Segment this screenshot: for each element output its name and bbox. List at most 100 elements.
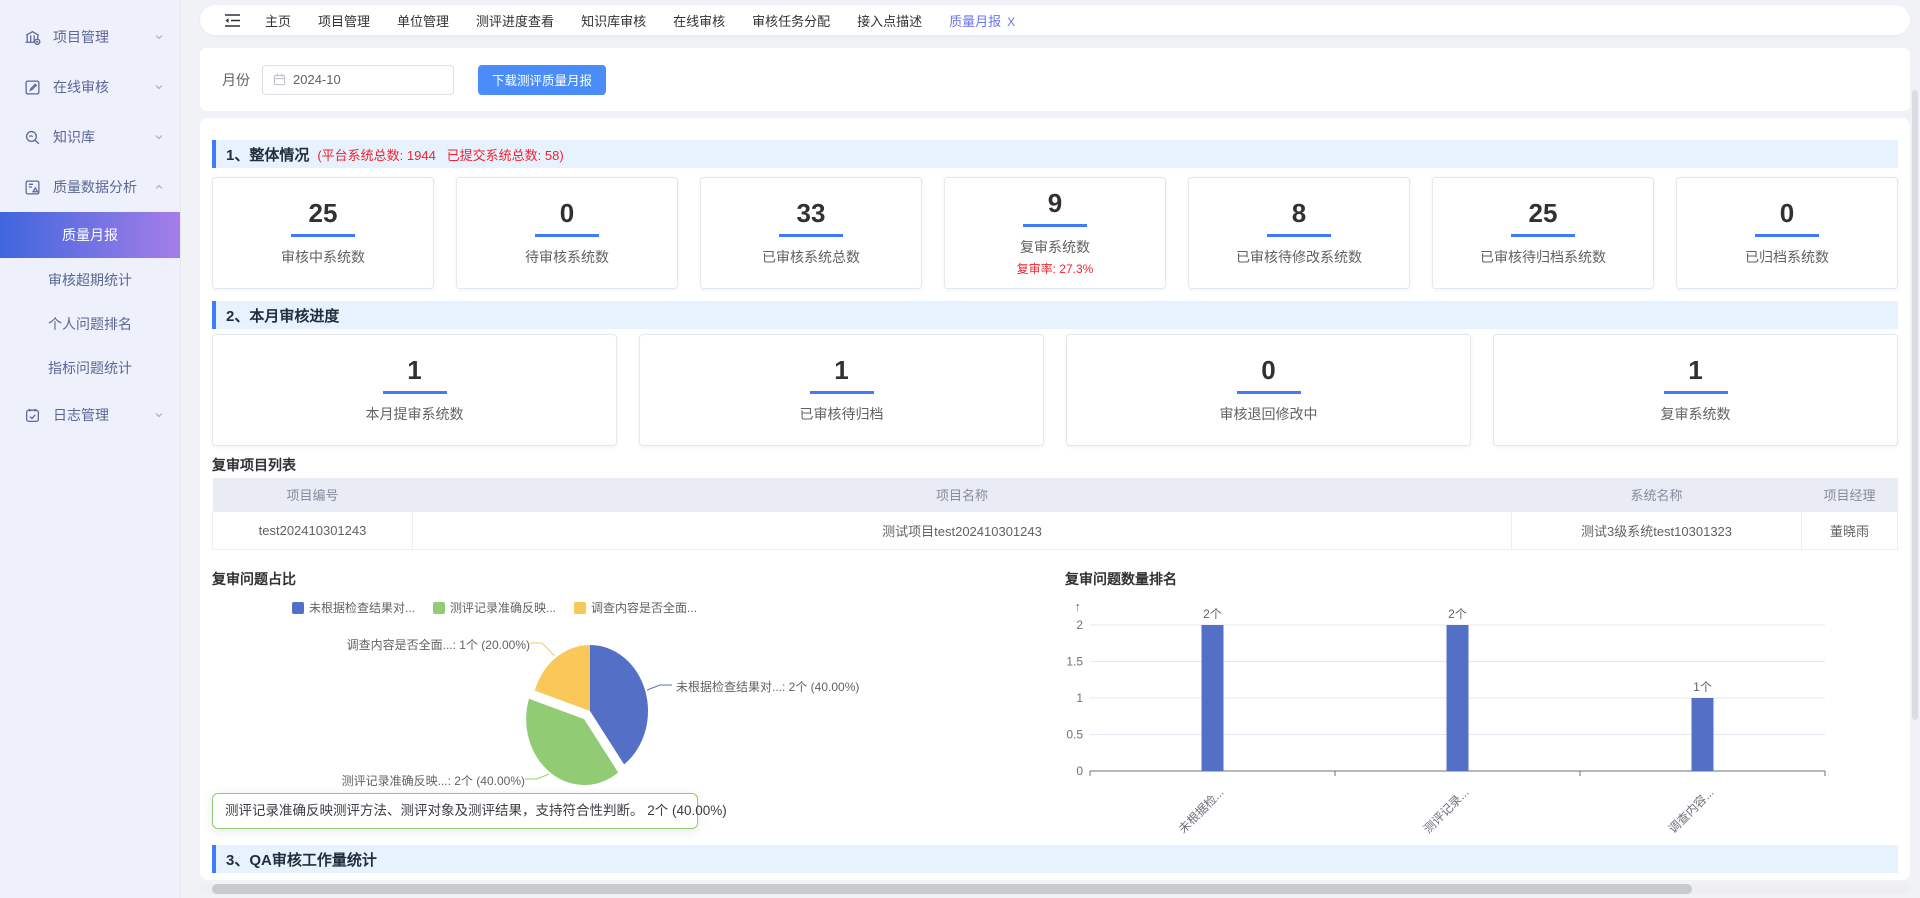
svg-text:0.5: 0.5 xyxy=(1066,728,1083,742)
sidebar-item-quality-data-analysis[interactable]: 质量数据分析 xyxy=(0,162,180,212)
month-cards: 1 本月提审系统数 1 已审核待归档 0 审核退回修改中 1 复审系统数 xyxy=(212,334,1898,446)
chart-doc-icon xyxy=(24,179,41,196)
tab-quality-monthly-report[interactable]: 质量月报 X xyxy=(949,11,1015,30)
section-overall: 1、整体情况 (平台系统总数: 1944 已提交系统总数: 58) xyxy=(212,140,1898,168)
sidebar-subitem-personal-issue-ranking[interactable]: 个人问题排名 xyxy=(0,302,180,346)
stat-card: 25 已审核待归档系统数 xyxy=(1432,177,1654,289)
horizontal-scrollbar-thumb[interactable] xyxy=(212,884,1692,894)
cell-project-manager: 董晓雨 xyxy=(1802,511,1898,549)
search-icon xyxy=(24,129,41,146)
stat-value: 33 xyxy=(797,199,826,228)
edit-icon xyxy=(24,79,41,96)
sidebar-item-knowledge-base[interactable]: 知识库 xyxy=(0,112,180,162)
svg-text:↑: ↑ xyxy=(1075,599,1082,614)
tab-knowledge-review[interactable]: 知识库审核 xyxy=(581,11,646,30)
svg-text:2个: 2个 xyxy=(1203,607,1222,621)
stat-label: 审核退回修改中 xyxy=(1220,404,1318,424)
tab-access-point-desc[interactable]: 接入点描述 xyxy=(857,11,922,30)
menu-fold-icon[interactable] xyxy=(224,13,241,28)
svg-text:0: 0 xyxy=(1076,764,1083,778)
review-project-table: 项目编号 项目名称 系统名称 项目经理 test202410301243 测试项… xyxy=(212,478,1898,550)
bar-svg[interactable]: 21.510.50↑2个未根据检...2个测评记录...1个调查内容... xyxy=(1065,595,1898,841)
stat-card: 0 已归档系统数 xyxy=(1676,177,1898,289)
month-label: 月份 xyxy=(222,70,250,90)
table-header-row: 项目编号 项目名称 系统名称 项目经理 xyxy=(213,478,1898,511)
svg-text:1.5: 1.5 xyxy=(1066,655,1083,669)
section-title: 2、本月审核进度 xyxy=(226,305,339,326)
svg-text:1: 1 xyxy=(1076,691,1083,705)
chevron-down-icon xyxy=(154,132,164,142)
bar-chart-issue-ranking: 复审问题数量排名 21.510.50↑2个未根据检...2个测评记录...1个调… xyxy=(1065,565,1898,841)
section-title: 3、QA审核工作量统计 xyxy=(226,849,377,870)
svg-text:2个: 2个 xyxy=(1448,607,1467,621)
stat-value: 9 xyxy=(1048,189,1062,218)
bank-icon xyxy=(24,29,41,46)
pie-chart-review-issues: 复审问题占比 未根据检查结果对... 测评记录准确反映... 调查内容是否全面.… xyxy=(212,565,1057,841)
chevron-down-icon xyxy=(154,410,164,420)
sidebar-item-label: 质量数据分析 xyxy=(53,177,154,197)
col-project-name: 项目名称 xyxy=(413,478,1512,511)
section-qa-workload: 3、QA审核工作量统计 xyxy=(212,845,1898,873)
cell-system-name: 测试3级系统test10301323 xyxy=(1512,511,1802,549)
stat-value: 0 xyxy=(1780,199,1794,228)
svg-text:调查内容...: 调查内容... xyxy=(1665,785,1717,837)
section-title: 1、整体情况 xyxy=(226,144,309,165)
download-report-button[interactable]: 下载测评质量月报 xyxy=(478,65,606,95)
stat-card: 1 复审系统数 xyxy=(1493,334,1898,446)
svg-text:未根据检...: 未根据检... xyxy=(1175,785,1227,837)
sidebar-item-project-management[interactable]: 项目管理 xyxy=(0,12,180,62)
stat-value: 1 xyxy=(407,356,421,385)
stat-card: 25 审核中系统数 xyxy=(212,177,434,289)
pie-tooltip: 测评记录准确反映测评方法、测评对象及测评结果，支持符合性判断。 2个 (40.0… xyxy=(212,793,698,829)
stat-label: 复审系统数 xyxy=(1020,237,1090,257)
stat-label: 已归档系统数 xyxy=(1745,247,1829,267)
stat-value: 8 xyxy=(1292,199,1306,228)
tab-unit-management[interactable]: 单位管理 xyxy=(397,11,449,30)
charts-row: 复审问题占比 未根据检查结果对... 测评记录准确反映... 调查内容是否全面.… xyxy=(212,565,1898,841)
cell-project-name: 测试项目test202410301243 xyxy=(413,511,1512,549)
stat-card: 1 本月提审系统数 xyxy=(212,334,617,446)
stat-card-review: 9 复审系统数 复审率: 27.3% xyxy=(944,177,1166,289)
sidebar-subitem-quality-monthly-report[interactable]: 质量月报 xyxy=(0,212,180,258)
sidebar-item-label: 日志管理 xyxy=(53,405,154,425)
sidebar-item-log-management[interactable]: 日志管理 xyxy=(0,390,180,440)
chevron-up-icon xyxy=(154,182,164,192)
tab-project-management[interactable]: 项目管理 xyxy=(318,11,370,30)
stat-label: 已审核待归档系统数 xyxy=(1480,247,1606,267)
chevron-down-icon xyxy=(154,32,164,42)
tab-evaluation-progress[interactable]: 测评进度查看 xyxy=(476,11,554,30)
stat-value: 25 xyxy=(309,199,338,228)
svg-text:1个: 1个 xyxy=(1693,680,1712,694)
tab-home[interactable]: 主页 xyxy=(265,11,291,30)
sidebar: 项目管理 在线审核 知识库 质量数据分析 质量月报 审核超期统计 个人问题排名 … xyxy=(0,0,181,898)
sidebar-item-online-review[interactable]: 在线审核 xyxy=(0,62,180,112)
stat-value: 1 xyxy=(834,356,848,385)
tab-review-task-assign[interactable]: 审核任务分配 xyxy=(752,11,830,30)
calendar-icon xyxy=(273,73,286,86)
sidebar-subitem-review-overdue-stats[interactable]: 审核超期统计 xyxy=(0,258,180,302)
overview-cards: 25 审核中系统数 0 待审核系统数 33 已审核系统总数 9 复审系统数 复审… xyxy=(212,177,1898,289)
month-input[interactable] xyxy=(293,72,423,87)
stat-value: 25 xyxy=(1529,199,1558,228)
sidebar-subitem-indicator-issue-stats[interactable]: 指标问题统计 xyxy=(0,346,180,390)
log-icon xyxy=(24,407,41,424)
svg-text:测评记录...: 测评记录... xyxy=(1421,785,1472,836)
sidebar-item-label: 项目管理 xyxy=(53,27,154,47)
stat-label: 已审核待修改系统数 xyxy=(1236,247,1362,267)
tab-close-icon[interactable]: X xyxy=(1007,15,1015,29)
table-row: test202410301243 测试项目test202410301243 测试… xyxy=(213,511,1898,549)
stat-label: 本月提审系统数 xyxy=(366,404,464,424)
filter-panel: 月份 下载测评质量月报 xyxy=(200,48,1910,111)
stat-label: 待审核系统数 xyxy=(525,247,609,267)
sidebar-item-label: 在线审核 xyxy=(53,77,154,97)
sidebar-item-label: 知识库 xyxy=(53,127,154,147)
cell-project-id: test202410301243 xyxy=(213,511,413,549)
section-subtitle: (平台系统总数: 1944 已提交系统总数: 58) xyxy=(317,145,563,164)
tab-online-review[interactable]: 在线审核 xyxy=(673,11,725,30)
tab-label: 质量月报 xyxy=(949,14,1001,29)
report-content-panel: 1、整体情况 (平台系统总数: 1944 已提交系统总数: 58) 25 审核中… xyxy=(200,118,1910,880)
pie-label-green: 测评记录准确反映...: 2个 (40.00%) xyxy=(342,772,525,789)
month-picker[interactable] xyxy=(262,65,454,95)
stat-value: 0 xyxy=(560,199,574,228)
vertical-scrollbar-thumb[interactable] xyxy=(1912,90,1918,720)
